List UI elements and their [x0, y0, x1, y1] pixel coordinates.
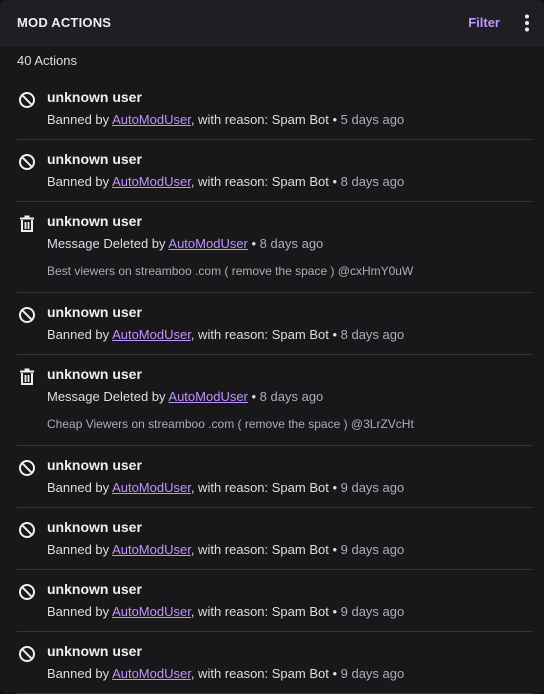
action-user: unknown user [47, 643, 142, 659]
action-prefix: Message Deleted by [47, 389, 169, 404]
action-item-ban: unknown user Banned by AutoModUser, with … [17, 508, 533, 570]
action-timestamp: 9 days ago [340, 480, 405, 495]
filter-button[interactable]: Filter [468, 15, 500, 30]
action-user: unknown user [47, 151, 142, 167]
bullet-separator: • [247, 389, 260, 404]
action-body: unknown user Banned by AutoModUser, with … [47, 580, 533, 631]
ban-icon [17, 88, 47, 139]
moderator-link[interactable]: AutoModUser [112, 666, 191, 681]
action-prefix: Banned by [47, 112, 113, 127]
action-reason: , with reason: Spam Bot [190, 542, 329, 557]
action-meta: Message Deleted by AutoModUser • 8 days … [47, 389, 533, 405]
moderator-link[interactable]: AutoModUser [112, 604, 191, 619]
trash-icon [17, 365, 47, 445]
action-meta: Banned by AutoModUser, with reason: Spam… [47, 327, 533, 343]
more-options-button[interactable] [516, 12, 538, 34]
action-meta: Banned by AutoModUser, with reason: Spam… [47, 174, 533, 190]
moderator-link[interactable]: AutoModUser [112, 174, 191, 189]
action-item-ban: unknown user Banned by AutoModUser, with … [17, 78, 533, 140]
action-body: unknown user Banned by AutoModUser, with … [47, 150, 533, 201]
action-prefix: Banned by [47, 327, 113, 342]
bullet-separator: • [328, 174, 341, 189]
action-user: unknown user [47, 581, 142, 597]
action-meta: Banned by AutoModUser, with reason: Spam… [47, 542, 533, 558]
action-meta: Banned by AutoModUser, with reason: Spam… [47, 604, 533, 620]
ban-icon [17, 518, 47, 569]
action-meta: Message Deleted by AutoModUser • 8 days … [47, 236, 533, 252]
bullet-separator: • [328, 327, 341, 342]
action-meta: Banned by AutoModUser, with reason: Spam… [47, 666, 533, 682]
action-reason: , with reason: Spam Bot [190, 327, 329, 342]
action-timestamp: 8 days ago [259, 236, 324, 251]
action-timestamp: 8 days ago [340, 174, 405, 189]
bullet-separator: • [328, 480, 341, 495]
action-prefix: Banned by [47, 542, 113, 557]
action-user: unknown user [47, 366, 142, 382]
moderator-link[interactable]: AutoModUser [112, 112, 191, 127]
panel-title: MOD ACTIONS [17, 15, 112, 30]
panel-header: MOD ACTIONS Filter [0, 0, 544, 46]
action-item-message-deleted: unknown user Message Deleted by AutoModUs… [17, 355, 533, 446]
action-reason: , with reason: Spam Bot [190, 666, 329, 681]
bullet-separator: • [328, 112, 341, 127]
action-prefix: Banned by [47, 666, 113, 681]
action-body: unknown user Message Deleted by AutoModUs… [47, 365, 533, 445]
action-item-message-deleted: unknown user Message Deleted by AutoModUs… [17, 202, 533, 293]
action-timestamp: 8 days ago [259, 389, 324, 404]
action-prefix: Message Deleted by [47, 236, 169, 251]
action-reason: , with reason: Spam Bot [190, 112, 329, 127]
ban-icon [17, 642, 47, 693]
action-prefix: Banned by [47, 174, 113, 189]
action-user: unknown user [47, 213, 142, 229]
action-reason: , with reason: Spam Bot [190, 174, 329, 189]
action-reason: , with reason: Spam Bot [190, 480, 329, 495]
moderator-link[interactable]: AutoModUser [112, 542, 191, 557]
bullet-separator: • [328, 604, 341, 619]
action-item-ban: unknown user Banned by AutoModUser, with … [17, 140, 533, 202]
action-reason: , with reason: Spam Bot [190, 604, 329, 619]
action-meta: Banned by AutoModUser, with reason: Spam… [47, 480, 533, 496]
action-body: unknown user Message Deleted by AutoModUs… [47, 212, 533, 292]
bullet-separator: • [247, 236, 260, 251]
action-user: unknown user [47, 457, 142, 473]
trash-icon [17, 212, 47, 292]
action-user: unknown user [47, 304, 142, 320]
action-timestamp: 9 days ago [340, 666, 405, 681]
action-body: unknown user Banned by AutoModUser, with … [47, 642, 533, 693]
action-list: unknown user Banned by AutoModUser, with … [0, 78, 544, 694]
action-timestamp: 9 days ago [340, 542, 405, 557]
action-timestamp: 5 days ago [340, 112, 405, 127]
action-body: unknown user Banned by AutoModUser, with … [47, 303, 533, 354]
deleted-message-text: Best viewers on streamboo .com ( remove … [47, 264, 414, 278]
action-item-ban: unknown user Banned by AutoModUser, with … [17, 632, 533, 694]
action-user: unknown user [47, 519, 142, 535]
action-body: unknown user Banned by AutoModUser, with … [47, 88, 533, 139]
ban-icon [17, 456, 47, 507]
ban-icon [17, 303, 47, 354]
action-body: unknown user Banned by AutoModUser, with … [47, 456, 533, 507]
deleted-message-text: Cheap Viewers on streamboo .com ( remove… [47, 417, 414, 431]
moderator-link[interactable]: AutoModUser [168, 236, 247, 251]
action-timestamp: 9 days ago [340, 604, 405, 619]
action-prefix: Banned by [47, 604, 113, 619]
more-vertical-icon [525, 14, 529, 31]
mod-actions-panel: MOD ACTIONS Filter 40 Actions unknown us… [0, 0, 544, 694]
moderator-link[interactable]: AutoModUser [168, 389, 247, 404]
bullet-separator: • [328, 666, 341, 681]
action-meta: Banned by AutoModUser, with reason: Spam… [47, 112, 533, 128]
actions-count: 40 Actions [17, 53, 77, 68]
moderator-link[interactable]: AutoModUser [112, 480, 191, 495]
bullet-separator: • [328, 542, 341, 557]
action-item-ban: unknown user Banned by AutoModUser, with … [17, 293, 533, 355]
action-user: unknown user [47, 89, 142, 105]
ban-icon [17, 150, 47, 201]
action-item-ban: unknown user Banned by AutoModUser, with … [17, 446, 533, 508]
action-timestamp: 8 days ago [340, 327, 405, 342]
action-item-ban: unknown user Banned by AutoModUser, with … [17, 570, 533, 632]
action-prefix: Banned by [47, 480, 113, 495]
action-body: unknown user Banned by AutoModUser, with … [47, 518, 533, 569]
moderator-link[interactable]: AutoModUser [112, 327, 191, 342]
ban-icon [17, 580, 47, 631]
